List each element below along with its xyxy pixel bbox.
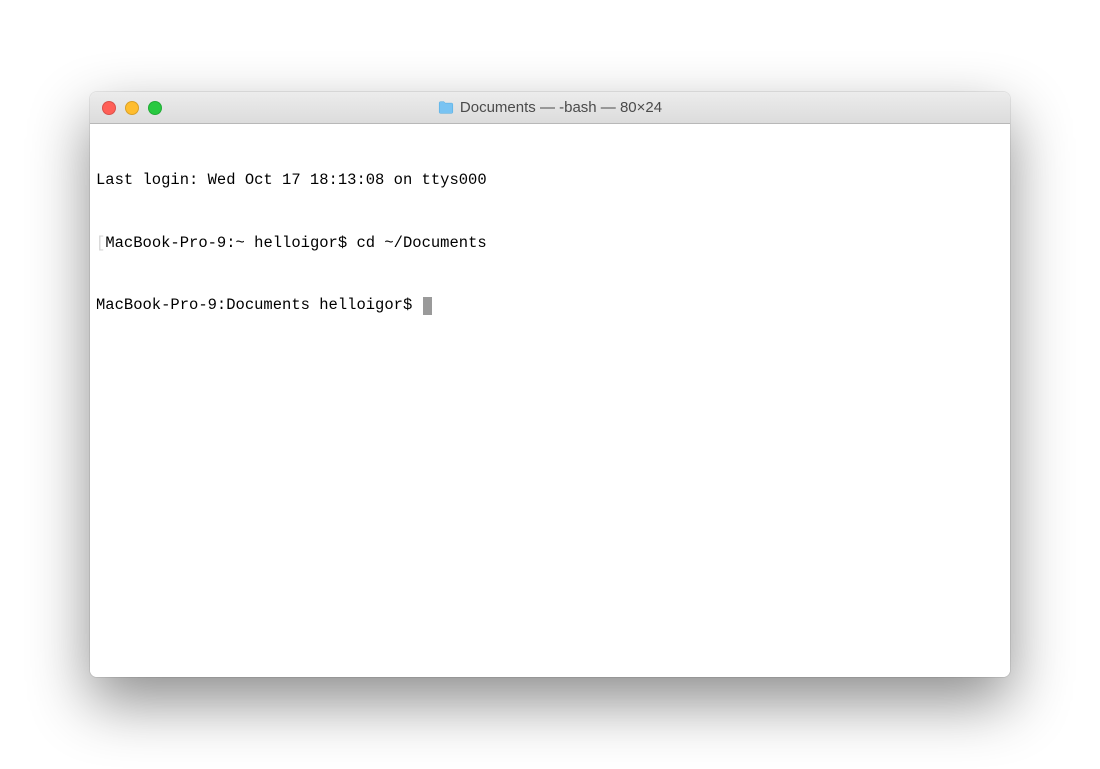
window-title: Documents — -bash — 80×24 (460, 99, 662, 116)
prompt-1: MacBook-Pro-9:~ helloigor$ (105, 234, 356, 252)
command-line-2: MacBook-Pro-9:Documents helloigor$ (96, 295, 1004, 316)
maximize-button[interactable] (148, 101, 162, 115)
window-controls (90, 101, 162, 115)
minimize-button[interactable] (125, 101, 139, 115)
folder-icon (438, 101, 454, 114)
last-login-line: Last login: Wed Oct 17 18:13:08 on ttys0… (96, 170, 1004, 191)
titlebar[interactable]: Documents — -bash — 80×24 (90, 92, 1010, 124)
prompt-2: MacBook-Pro-9:Documents helloigor$ (96, 296, 422, 314)
command-line-1: [MacBook-Pro-9:~ helloigor$ cd ~/Documen… (96, 233, 1004, 254)
window-title-area: Documents — -bash — 80×24 (90, 99, 1010, 116)
terminal-window: Documents — -bash — 80×24 Last login: We… (90, 92, 1010, 677)
cursor (423, 297, 432, 315)
command-1: cd ~/Documents (356, 234, 486, 252)
terminal-content[interactable]: Last login: Wed Oct 17 18:13:08 on ttys0… (90, 124, 1010, 677)
bracket-open: [ (96, 234, 105, 252)
close-button[interactable] (102, 101, 116, 115)
